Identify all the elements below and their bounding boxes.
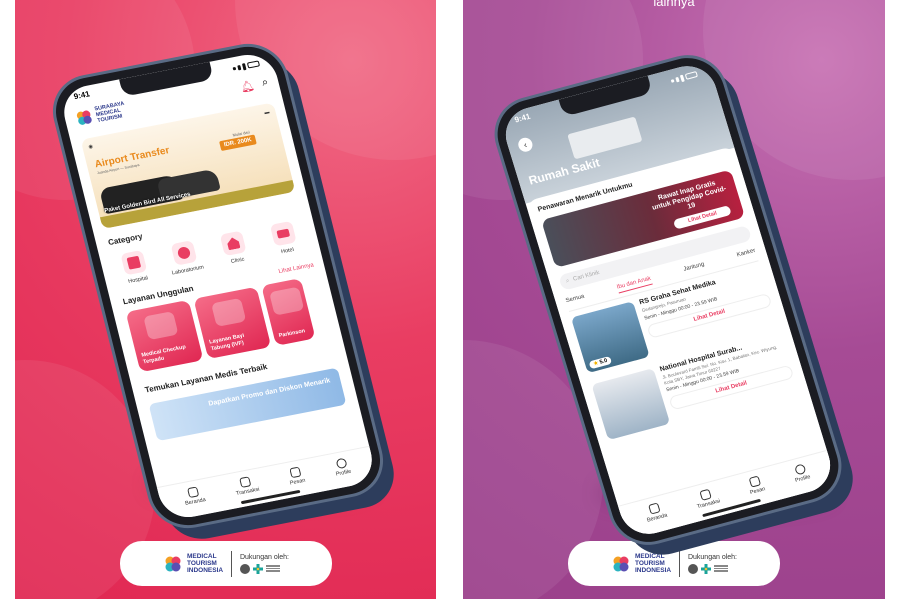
- category-title: Category: [107, 231, 144, 248]
- mail-icon: [748, 475, 761, 488]
- search-icon[interactable]: ⌕: [260, 76, 269, 90]
- mti-brand-line: MEDICAL: [186, 553, 217, 560]
- category-hotel[interactable]: Hotel: [261, 219, 308, 258]
- footer-divider: [678, 550, 680, 577]
- hospital-photo: [591, 368, 671, 441]
- smt-logo-icon: [76, 110, 92, 125]
- mti-logo: MEDICAL TOURISM INDONESIA: [163, 553, 223, 574]
- tab-label: Profile: [335, 468, 352, 478]
- notification-bell-icon[interactable]: 🔔︎: [239, 78, 256, 93]
- garuda-seal-icon: [687, 563, 698, 574]
- mti-logo: MEDICAL TOURISM INDONESIA: [611, 553, 671, 574]
- search-icon: ⌕: [565, 277, 571, 285]
- supporter-text-mark: [713, 565, 728, 572]
- clinic-icon: [219, 230, 247, 257]
- rating-badge: ★ 5.0: [588, 355, 613, 370]
- promo-price: IDR. 200K: [219, 134, 257, 152]
- checkup-illustration: [143, 311, 179, 341]
- mti-brand-line: TOURISM: [186, 560, 217, 567]
- category-label: Clinic: [230, 256, 246, 265]
- tab-pesan[interactable]: Pesan: [746, 474, 767, 496]
- service-card[interactable]: Parkinson: [261, 278, 316, 346]
- tab-profile[interactable]: Profile: [791, 462, 811, 483]
- mti-logo-icon: [165, 556, 181, 571]
- home-icon: [186, 485, 200, 498]
- user-icon: [793, 462, 807, 476]
- supporter-logos: [239, 563, 289, 574]
- tab-label: Pesan: [289, 477, 307, 487]
- service-card[interactable]: Medical Checkup Terpadu: [125, 299, 204, 373]
- see-more-link[interactable]: Lihat Lainnya: [278, 262, 315, 275]
- tab-transaksi[interactable]: Transaksi: [233, 474, 261, 497]
- supported-label: Dukungan oleh:: [239, 553, 290, 561]
- hospital-icon: [120, 249, 148, 276]
- category-label: Laboratorium: [171, 264, 205, 277]
- footer-pill: MEDICAL TOURISM INDONESIA Dukungan oleh:: [120, 541, 332, 586]
- search-placeholder: Cari Klinik: [572, 269, 601, 283]
- service-label: Parkinson: [278, 327, 306, 339]
- tab-label: Pesan: [749, 485, 767, 496]
- hospital-photo: ★ 5.0: [570, 301, 650, 374]
- filter-tab[interactable]: Kanker: [736, 248, 757, 262]
- filter-tab-active[interactable]: Ibu dan Anak: [616, 275, 653, 294]
- battery-icon: [246, 60, 261, 69]
- receipt-icon: [239, 475, 252, 488]
- supporter-logos: [687, 563, 737, 574]
- status-time: 9:41: [72, 89, 91, 102]
- supporter-text-mark: [265, 565, 280, 572]
- rating-value: 5.0: [598, 357, 609, 366]
- battery-icon: [684, 71, 699, 80]
- service-label: Medical Checkup Terpadu: [140, 344, 187, 366]
- footer-divider: [230, 550, 232, 577]
- tab-label: Beranda: [184, 496, 207, 507]
- tab-label: Profile: [794, 473, 812, 484]
- ivf-illustration: [211, 297, 247, 327]
- mti-brand-line: TOURISM: [634, 560, 665, 567]
- category-clinic[interactable]: Clinic: [211, 229, 258, 268]
- category-label: Hospital: [127, 275, 149, 285]
- footer-pill: MEDICAL TOURISM INDONESIA Dukungan oleh:: [568, 541, 780, 586]
- tab-label: Beranda: [646, 512, 669, 524]
- tab-profile[interactable]: Profile: [332, 457, 352, 477]
- supported-label: Dukungan oleh:: [687, 553, 738, 561]
- filter-tab[interactable]: Jantung: [683, 262, 706, 276]
- hotel-icon: [269, 220, 297, 247]
- mti-logo-icon: [613, 556, 629, 571]
- tab-label: Transaksi: [696, 497, 721, 510]
- tab-label: Transaksi: [235, 486, 261, 497]
- filter-tab[interactable]: Semua: [565, 294, 586, 308]
- status-icons: [231, 57, 261, 76]
- category-hospital[interactable]: Hospital: [112, 248, 159, 287]
- promo-discount-text: Dapatkan Promo dan Diskon Menarik: [207, 377, 332, 408]
- airport-transfer-banner[interactable]: ◉ ▬ Airport Transfer Juanda Airport — Sur…: [80, 102, 296, 230]
- category-label: Hotel: [280, 246, 295, 256]
- mti-brand-line: INDONESIA: [186, 567, 224, 574]
- laboratory-icon: [170, 240, 198, 266]
- kemenkes-logo-icon: [700, 563, 711, 574]
- category-row: Hospital Laboratorium Clinic Hotel: [112, 219, 308, 287]
- parkinson-illustration: [269, 286, 305, 316]
- service-label: Layanan Bayi Tabung (IVF): [208, 332, 246, 352]
- service-card[interactable]: Layanan Bayi Tabung (IVF): [193, 286, 272, 360]
- hospital-bed-illustration: [567, 116, 643, 160]
- garuda-seal-icon: [239, 563, 250, 574]
- tab-pesan[interactable]: Pesan: [286, 466, 306, 486]
- mti-brand-line: INDONESIA: [634, 567, 672, 574]
- mail-icon: [289, 466, 302, 478]
- home-icon: [647, 501, 661, 515]
- category-laboratorium[interactable]: Laboratorium: [161, 239, 208, 278]
- tab-transaksi[interactable]: Transaksi: [693, 486, 721, 510]
- mti-brand-line: MEDICAL: [634, 553, 665, 560]
- kemenkes-logo-icon: [252, 563, 263, 574]
- tab-beranda[interactable]: Beranda: [182, 485, 207, 507]
- tab-beranda[interactable]: Beranda: [643, 501, 669, 524]
- receipt-icon: [699, 488, 712, 501]
- user-icon: [334, 457, 348, 469]
